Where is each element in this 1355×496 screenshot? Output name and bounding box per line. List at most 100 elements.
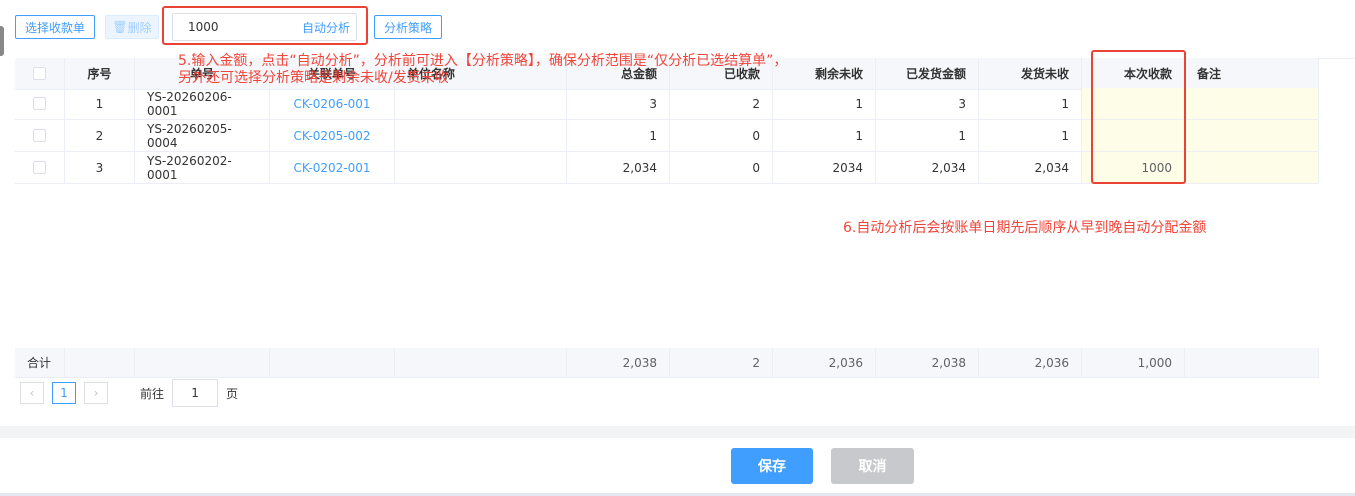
cell: 1: [65, 88, 135, 119]
cell: 0: [670, 120, 773, 151]
cell-text: 2,036: [1034, 355, 1069, 370]
cell: YS-20260206-0001: [135, 88, 270, 119]
cell: 1: [979, 88, 1082, 119]
linked-order-link[interactable]: CK-0202-001: [270, 152, 395, 183]
cell: 2: [670, 88, 773, 119]
cell-text: 1,000: [1137, 355, 1172, 370]
cell-text: CK-0206-001: [293, 96, 371, 111]
cell-text: 2: [752, 355, 760, 370]
cell: 已发货金额: [876, 58, 979, 89]
trash-icon: 🗑: [112, 20, 128, 34]
annotation-step6: 6.自动分析后会按账单日期先后顺序从早到晚自动分配金额: [843, 220, 1207, 236]
cell-text: 剩余未收: [814, 67, 863, 81]
cell-text: 2: [752, 96, 760, 111]
cell-text: 1: [1061, 128, 1069, 143]
cell: [15, 58, 65, 89]
cell: 1: [567, 120, 670, 151]
linked-order-link[interactable]: CK-0206-001: [270, 88, 395, 119]
cell-text: 合计: [27, 356, 52, 370]
goto-label: 前往: [140, 386, 165, 401]
cancel-button[interactable]: 取消: [831, 448, 914, 484]
cell-text: 3: [95, 160, 104, 175]
cell-text: 1: [1061, 96, 1069, 111]
cell: 剩余未收: [773, 58, 876, 89]
cell: [15, 152, 65, 183]
cell: 2,036: [773, 348, 876, 377]
cell-text: 备注: [1197, 67, 1222, 81]
cell-text: 1: [855, 128, 863, 143]
cell: [15, 88, 65, 119]
cell: [1185, 88, 1319, 119]
cell-text: 2034: [832, 160, 863, 175]
pager: ‹ 1 › 前往 1 页: [20, 379, 239, 407]
cell: [395, 120, 567, 151]
cell-text: 2,038: [931, 355, 966, 370]
cell: 合计: [15, 348, 65, 377]
checkbox[interactable]: [33, 97, 46, 110]
cell: [395, 88, 567, 119]
cell: 1: [876, 120, 979, 151]
strategy-button[interactable]: 分析策略: [374, 15, 442, 39]
next-page-button[interactable]: ›: [84, 382, 108, 404]
cell-text: 0: [752, 160, 760, 175]
cell-text: 序号: [87, 67, 112, 81]
cell-text: 1: [855, 96, 863, 111]
cell: 3: [876, 88, 979, 119]
cell-text: 3: [649, 96, 657, 111]
cell: 2: [670, 348, 773, 377]
cell: [1185, 348, 1319, 377]
annotation-step5: 5.输入金额，点击“自动分析”，分析前可进入【分析策略】，确保分析范围是“仅分析…: [178, 53, 787, 87]
cell: [65, 348, 135, 377]
cell: 0: [670, 152, 773, 183]
cell: 备注: [1185, 58, 1319, 89]
note5-line2: 另外还可选择分析策略是剩余未收/发货未收: [178, 70, 449, 86]
cell: 2,034: [979, 152, 1082, 183]
cell-text: 2,034: [1034, 160, 1069, 175]
cell: 1: [773, 120, 876, 151]
checkbox[interactable]: [33, 161, 46, 174]
note5-line1: 5.输入金额，点击“自动分析”，分析前可进入【分析策略】，确保分析范围是“仅分析…: [178, 53, 788, 69]
cell: 3: [65, 152, 135, 183]
cell: YS-20260205-0004: [135, 120, 270, 151]
checkbox[interactable]: [33, 67, 46, 80]
cell: [15, 120, 65, 151]
page-1-button[interactable]: 1: [52, 382, 76, 404]
cell-text: CK-0205-002: [293, 128, 371, 143]
prev-page-button[interactable]: ‹: [20, 382, 44, 404]
cell-text: 1: [95, 96, 104, 111]
delete-button[interactable]: 🗑 删除: [105, 15, 159, 39]
table-footer: 合计 2,038 2 2,036 2,038 2,036 1,000: [15, 348, 1319, 378]
linked-order-link[interactable]: CK-0205-002: [270, 120, 395, 151]
cell-text: 2,034: [622, 160, 657, 175]
cell-text: 发货未收: [1020, 67, 1069, 81]
cell-text: 1: [958, 128, 966, 143]
cell: 1,000: [1082, 348, 1185, 377]
cell-text: 2,038: [622, 355, 657, 370]
checkbox[interactable]: [33, 129, 46, 142]
goto-page-input[interactable]: 1: [172, 379, 219, 407]
cell: [1185, 152, 1319, 183]
cell-text: 0: [752, 128, 760, 143]
cell-text: YS-20260202-0001: [147, 153, 232, 182]
delete-label: 删除: [127, 20, 152, 35]
cell: YS-20260202-0001: [135, 152, 270, 183]
cell: 2034: [773, 152, 876, 183]
cell: [1185, 120, 1319, 151]
divider: [0, 426, 1355, 438]
save-button[interactable]: 保存: [731, 448, 813, 484]
select-receipt-button[interactable]: 选择收款单: [15, 15, 95, 39]
page-suffix: 页: [226, 386, 239, 401]
cell-text: YS-20260205-0004: [147, 121, 232, 150]
cell: [135, 348, 270, 377]
cell-text: CK-0202-001: [293, 160, 371, 175]
cell: 2,038: [876, 348, 979, 377]
cell-text: 3: [958, 96, 966, 111]
cell: 2,036: [979, 348, 1082, 377]
cell: [395, 348, 567, 377]
cell: [395, 152, 567, 183]
cell: [270, 348, 395, 377]
side-handle: [0, 26, 4, 56]
cell-text: 2,034: [931, 160, 966, 175]
cell-text: 1: [649, 128, 657, 143]
cell: 1: [773, 88, 876, 119]
